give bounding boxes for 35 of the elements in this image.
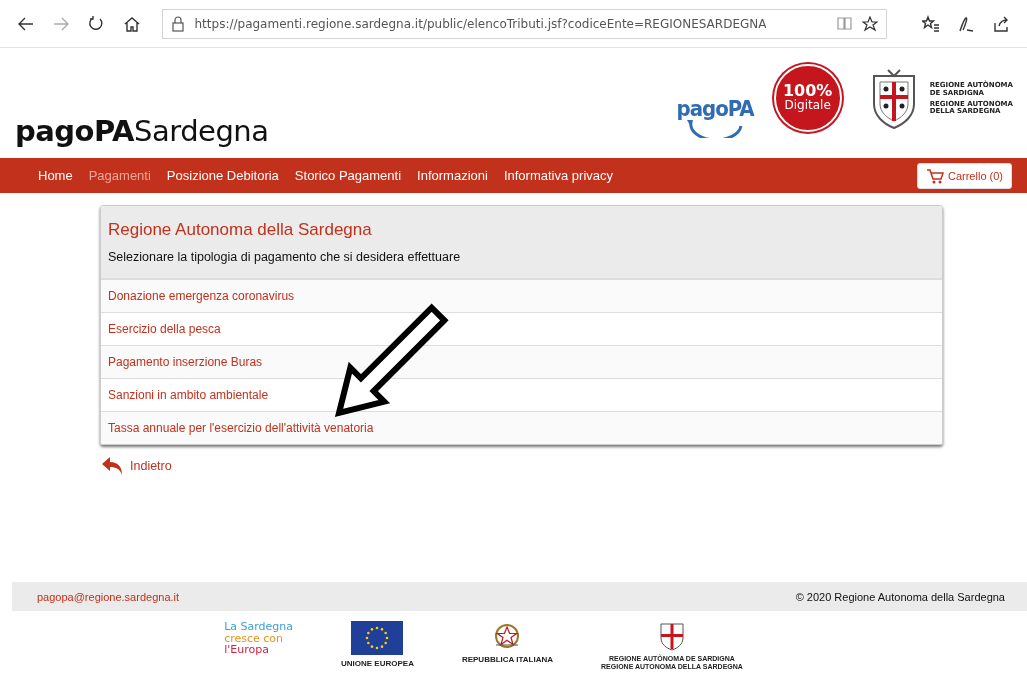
nav-link[interactable]: Informativa privacy [495, 168, 621, 183]
logo-caption: REPUBBLICA ITALIANA [461, 655, 554, 664]
site-logo-text[interactable]: pagoPASardegna [15, 114, 269, 148]
favorites-icon[interactable] [921, 14, 940, 33]
payment-type-link[interactable]: Pagamento inserzione Buras [101, 345, 942, 378]
digital-badge: 100% Digitale [773, 64, 842, 132]
address-bar[interactable]: https://pagamenti.regione.sardegna.it/public/elencoTributi.jsf?codiceEnte=REGIONESARDEGNA [161, 8, 888, 39]
email-link[interactable]: pagopa@regione.sardegna.it [37, 590, 180, 603]
pagopa-logo-text: pagoPA [676, 98, 754, 120]
payment-type-link[interactable]: Esercizio della pesca [101, 312, 942, 345]
back-arrow-icon[interactable] [100, 455, 124, 477]
nav-link[interactable]: Home [30, 168, 81, 183]
url-text: https://pagamenti.regione.sardegna.it/public/elencoTributi.jsf?codiceEnte=REGIONESARDEGNA [194, 16, 768, 31]
book-icon[interactable] [837, 16, 853, 31]
pen-icon[interactable] [956, 14, 975, 33]
share-icon[interactable] [992, 14, 1011, 33]
nav-link[interactable]: Informazioni [409, 168, 496, 183]
nav-link[interactable]: Pagamenti [80, 168, 159, 183]
payment-type-link[interactable]: Tassa annuale per l'esercizio dell'attività venatoria [101, 411, 942, 444]
instruction-text: Selezionare la tipologia di pagamento che si desidera effettuare [108, 250, 462, 264]
eu-flag-icon [351, 621, 404, 655]
nav-link[interactable]: Storico Pagamenti [286, 168, 410, 183]
back-link[interactable]: Indietro [130, 459, 172, 473]
card-title: Regione Autonoma della Sardegna [108, 220, 373, 240]
star-icon[interactable] [862, 15, 879, 32]
nav-link[interactable]: Posizione Debitoria [158, 168, 287, 183]
payment-type-link[interactable]: Sanzioni in ambito ambientale [101, 378, 942, 411]
logo-caption: UNIONE EUROPEA [341, 659, 414, 668]
lock-icon [170, 15, 185, 32]
cart-icon [926, 167, 944, 184]
copyright-text: © 2020 Regione Autonoma della Sardegna [795, 590, 1005, 603]
europa-logo-text: La Sardegna cresce con l'Europa [224, 621, 293, 656]
cart-button[interactable]: Carrello (0) [917, 162, 1012, 189]
payment-type-link[interactable]: Donazione emergenza coronavirus [101, 279, 942, 312]
home-icon[interactable] [122, 14, 141, 33]
